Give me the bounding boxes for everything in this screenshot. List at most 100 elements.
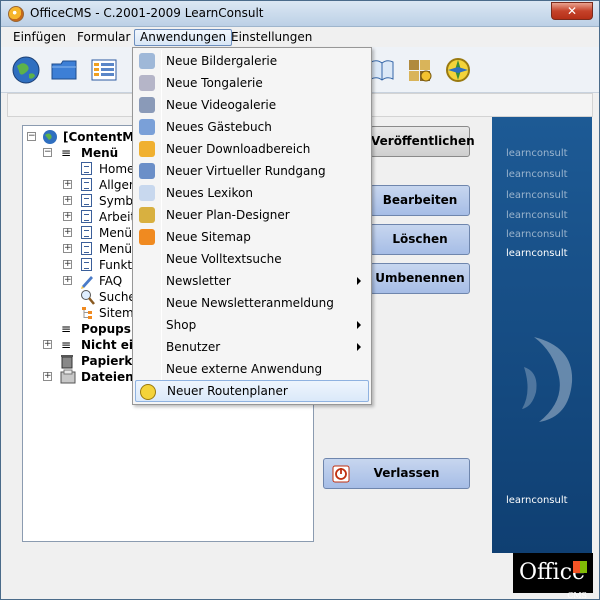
- menu-item-label: Neue Bildergalerie: [166, 54, 278, 68]
- brand-text: learnconsult: [506, 248, 568, 259]
- menu-item-label: Neuer Routenplaner: [167, 384, 288, 398]
- search-icon: [81, 290, 95, 305]
- brand-text: learnconsult: [506, 190, 568, 201]
- tree-label: Dateien: [81, 370, 134, 384]
- menu-item-neue-bildergalerie[interactable]: Neue Bildergalerie: [135, 50, 369, 72]
- close-button[interactable]: ✕: [551, 2, 593, 20]
- tree-label: Home: [99, 162, 135, 176]
- virtual-tour-icon: [139, 163, 155, 179]
- tree-label-menu: Menü: [81, 146, 119, 160]
- submenu-arrow-icon: [357, 277, 361, 285]
- menu-item-neuer-downloadbereich[interactable]: Neuer Downloadbereich: [135, 138, 369, 160]
- menu-anwendungen[interactable]: Anwendungen: [134, 29, 233, 46]
- app-window: OfficeCMS - C.2001-2009 LearnConsult ✕ E…: [0, 0, 600, 600]
- menu-item-label: Neue Tongalerie: [166, 76, 263, 90]
- expand-icon[interactable]: +: [63, 196, 72, 205]
- brand-text: learnconsult: [506, 169, 568, 180]
- folder-icon[interactable]: [49, 55, 79, 85]
- menu-item-label: Neuer Virtueller Rundgang: [166, 164, 326, 178]
- menu-item-label: Neuer Plan-Designer: [166, 208, 290, 222]
- page-icon: [81, 210, 92, 223]
- title-bar: OfficeCMS - C.2001-2009 LearnConsult ✕: [1, 1, 599, 27]
- page-icon: [81, 242, 92, 255]
- window-title: OfficeCMS - C.2001-2009 LearnConsult: [30, 6, 264, 20]
- collapse-icon[interactable]: −: [27, 132, 36, 141]
- audio-icon: [139, 75, 155, 91]
- page-icon: [81, 258, 92, 271]
- menu-einstellungen[interactable]: Einstellungen: [225, 29, 318, 46]
- expand-icon[interactable]: +: [63, 276, 72, 285]
- menu-item-neue-volltextsuche[interactable]: Neue Volltextsuche: [135, 248, 369, 270]
- menu-list-icon: ≡: [61, 338, 72, 352]
- brand-text: learnconsult: [506, 229, 568, 240]
- menu-item-label: Neue Volltextsuche: [166, 252, 282, 266]
- menu-item-neuer-virtueller-rundgang[interactable]: Neuer Virtueller Rundgang: [135, 160, 369, 182]
- menu-item-label: Neues Gästebuch: [166, 120, 272, 134]
- exit-button[interactable]: Verlassen: [323, 458, 470, 489]
- download-icon: [139, 141, 155, 157]
- menu-item-benutzer[interactable]: Benutzer: [135, 336, 369, 358]
- menu-item-neues-lexikon[interactable]: Neues Lexikon: [135, 182, 369, 204]
- tree-label: Popups: [81, 322, 131, 336]
- page-icon: [81, 194, 92, 207]
- expand-icon[interactable]: +: [43, 340, 52, 349]
- globe-icon[interactable]: [11, 55, 41, 85]
- edit-button[interactable]: Bearbeiten: [370, 185, 470, 216]
- menu-item-shop[interactable]: Shop: [135, 314, 369, 336]
- delete-button[interactable]: Löschen: [370, 224, 470, 255]
- trash-icon: [61, 355, 73, 369]
- menu-formular[interactable]: Formular: [71, 29, 136, 46]
- expand-icon[interactable]: +: [63, 180, 72, 189]
- plan-designer-icon: [139, 207, 155, 223]
- menu-item-label: Neue Videogalerie: [166, 98, 277, 112]
- page-icon: [81, 226, 92, 239]
- menu-bar: Einfügen Formular Anwendungen Einstellun…: [1, 27, 599, 47]
- page-icon: [81, 178, 92, 191]
- brand-text: learnconsult: [506, 495, 568, 506]
- menu-einfuegen[interactable]: Einfügen: [7, 29, 72, 46]
- expand-icon[interactable]: +: [63, 244, 72, 253]
- expand-icon[interactable]: +: [63, 260, 72, 269]
- menu-item-label: Neue externe Anwendung: [166, 362, 323, 376]
- menu-item-label: Newsletter: [166, 274, 231, 288]
- brand-swirl-icon: [522, 337, 573, 422]
- menu-item-neue-sitemap[interactable]: Neue Sitemap: [135, 226, 369, 248]
- menu-item-neue-externe-anwendung[interactable]: Neue externe Anwendung: [135, 358, 369, 380]
- route-planner-icon: [140, 384, 156, 400]
- list-icon[interactable]: [89, 55, 119, 85]
- submenu-arrow-icon: [357, 343, 361, 351]
- anwendungen-dropdown: Neue Bildergalerie Neue Tongalerie Neue Vi…: [132, 47, 372, 405]
- sitemap-icon: [139, 229, 155, 245]
- menu-item-label: Neuer Downloadbereich: [166, 142, 311, 156]
- menu-item-label: Neue Sitemap: [166, 230, 251, 244]
- rename-button[interactable]: Umbenennen: [370, 263, 470, 294]
- tree-label: FAQ: [99, 274, 123, 288]
- globe-icon: [43, 130, 57, 144]
- compass-icon[interactable]: [443, 55, 473, 85]
- collapse-icon[interactable]: −: [43, 148, 52, 157]
- app-icon: [8, 6, 24, 22]
- brand-text: learnconsult: [506, 148, 568, 159]
- expand-icon[interactable]: +: [63, 228, 72, 237]
- menu-item-neues-gästebuch[interactable]: Neues Gästebuch: [135, 116, 369, 138]
- expand-icon[interactable]: +: [63, 212, 72, 221]
- menu-item-newsletter[interactable]: Newsletter: [135, 270, 369, 292]
- puzzle-icon[interactable]: [405, 55, 435, 85]
- menu-item-neue-newsletteranmeldung[interactable]: Neue Newsletteranmeldung: [135, 292, 369, 314]
- office-cms-logo: Office CMS: [513, 553, 593, 599]
- menu-item-neue-videogalerie[interactable]: Neue Videogalerie: [135, 94, 369, 116]
- image-gallery-icon: [139, 53, 155, 69]
- lexicon-icon: [139, 185, 155, 201]
- menu-item-neuer-routenplaner[interactable]: Neuer Routenplaner: [135, 380, 369, 402]
- menu-list-icon: ≡: [61, 322, 72, 336]
- expand-icon[interactable]: +: [43, 372, 52, 381]
- submenu-arrow-icon: [357, 321, 361, 329]
- page-icon: [81, 162, 92, 175]
- tree-label: Suche: [99, 290, 136, 304]
- power-icon: [332, 465, 350, 483]
- menu-item-neue-tongalerie[interactable]: Neue Tongalerie: [135, 72, 369, 94]
- menu-item-neuer-plan-designer[interactable]: Neuer Plan-Designer: [135, 204, 369, 226]
- logo-cms-text: CMS: [567, 591, 587, 600]
- menu-list-icon: ≡: [61, 146, 72, 160]
- publish-button[interactable]: Veröffentlichen: [370, 126, 475, 157]
